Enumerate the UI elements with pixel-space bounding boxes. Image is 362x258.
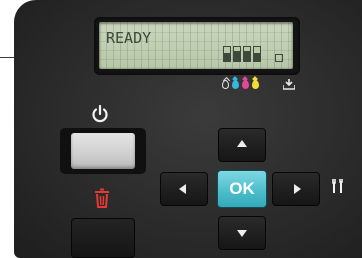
lcd-display: READY bbox=[99, 22, 293, 69]
power-button[interactable] bbox=[71, 133, 135, 169]
ink-gauge-yellow bbox=[253, 46, 261, 62]
ink-gauge-cyan bbox=[233, 46, 241, 62]
ink-drop-icons bbox=[222, 80, 259, 89]
lcd-status-text: READY bbox=[106, 29, 152, 47]
ink-gauge-black bbox=[223, 46, 231, 62]
arrow-right-icon bbox=[294, 184, 301, 194]
lcd-ink-level-gauges bbox=[223, 46, 261, 62]
down-button[interactable] bbox=[218, 216, 266, 250]
trash-icon bbox=[95, 188, 109, 208]
arrow-down-icon bbox=[237, 230, 247, 237]
ok-button[interactable]: OK bbox=[217, 170, 267, 208]
left-button[interactable] bbox=[160, 172, 208, 206]
ink-gauge-fill-black bbox=[224, 52, 230, 61]
arrow-left-icon bbox=[179, 184, 186, 194]
cancel-button[interactable] bbox=[71, 218, 135, 258]
ink-gauge-fill-magenta bbox=[244, 50, 250, 61]
ink-gauge-fill-yellow bbox=[254, 52, 260, 61]
ink-gauge-magenta bbox=[243, 46, 251, 62]
paper-output-tray-icon bbox=[283, 79, 295, 90]
right-button[interactable] bbox=[272, 172, 320, 206]
cyan-ink-drop-icon bbox=[232, 80, 239, 89]
lcd-tray-indicator-icon bbox=[275, 54, 283, 62]
up-button[interactable] bbox=[218, 128, 266, 162]
setup-tools-icon bbox=[332, 179, 343, 193]
magenta-ink-drop-icon bbox=[242, 80, 249, 89]
yellow-ink-drop-icon bbox=[252, 80, 259, 89]
arrow-up-icon bbox=[237, 140, 247, 147]
power-icon bbox=[92, 104, 108, 123]
black-ink-drop-icon bbox=[222, 80, 229, 89]
ink-gauge-fill-cyan bbox=[234, 50, 240, 61]
